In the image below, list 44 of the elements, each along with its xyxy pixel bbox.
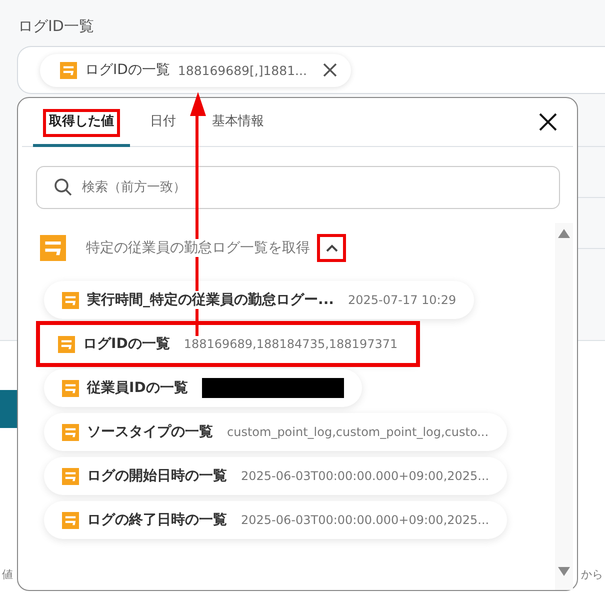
item-value: 2025-06-03T00:00:00.000+09:00,2025... <box>241 469 490 483</box>
item-name: ログの開始日時の一覧 <box>87 467 227 485</box>
list-item[interactable]: ログIDの一覧 188169689,188184735,188197371 <box>40 325 416 363</box>
chevron-icon <box>326 244 338 252</box>
tab[interactable]: 基本情報 <box>196 98 280 146</box>
list-item[interactable]: 従業員IDの一覧 <box>44 369 362 407</box>
item-value: custom_point_log,custom_point_log,custo... <box>227 425 489 439</box>
item-name: 実行時間_特定の従業員の勤怠ログー... <box>87 291 334 309</box>
app-icon <box>58 336 75 352</box>
app-icon <box>62 468 79 484</box>
scroll-down-icon[interactable] <box>558 567 570 576</box>
item-name: ログの終了日時の一覧 <box>87 511 227 529</box>
value-chip[interactable]: ログIDの一覧 188169689[,]1881... <box>40 54 351 86</box>
scrollbar[interactable] <box>555 223 573 590</box>
search-field[interactable]: 検索（前方一致） <box>36 166 560 209</box>
background-text: 値 <box>2 567 13 582</box>
list-item[interactable]: 実行時間_特定の従業員の勤怠ログー... 2025-07-17 10:29 <box>44 281 474 319</box>
chip-value: 188169689[,]1881... <box>178 62 307 78</box>
background-text: から <box>581 567 603 582</box>
tab[interactable]: 取得した値 <box>33 98 130 146</box>
collapse-button[interactable] <box>318 235 345 261</box>
list-item[interactable]: ログの終了日時の一覧 2025-06-03T00:00:00.000+09:00,2025... <box>44 501 508 539</box>
item-name: ソースタイプの一覧 <box>87 423 213 441</box>
item-value: 188169689,188184735,188197371 <box>184 337 398 351</box>
list-item[interactable]: ログの開始日時の一覧 2025-06-03T00:00:00.000+09:00,2025... <box>44 457 508 495</box>
app-icon <box>62 380 79 396</box>
app-icon <box>62 424 79 440</box>
item-value: 2025-07-17 10:29 <box>348 293 456 307</box>
group-title: 特定の従業員の勤怠ログ一覧を取得 <box>86 239 310 257</box>
list-item[interactable]: ソースタイプの一覧 custom_point_log,custom_point_log,custo... <box>44 413 507 451</box>
tab[interactable]: 日付 <box>134 98 192 146</box>
app-icon <box>40 235 66 261</box>
input-field[interactable]: ログIDの一覧 188169689[,]1881... <box>17 46 605 94</box>
close-icon[interactable] <box>322 63 337 77</box>
scroll-up-icon[interactable] <box>558 229 570 238</box>
app-icon <box>60 62 77 78</box>
item-name: 従業員IDの一覧 <box>87 379 188 397</box>
field-label: ログID一覧 <box>18 17 95 36</box>
app-icon <box>62 292 79 308</box>
close-icon[interactable] <box>539 113 557 131</box>
item-value: 2025-06-03T00:00:00.000+09:00,2025... <box>241 513 490 527</box>
chip-name: ログIDの一覧 <box>85 61 170 79</box>
app-icon <box>62 512 79 528</box>
item-name: ログIDの一覧 <box>83 335 170 353</box>
